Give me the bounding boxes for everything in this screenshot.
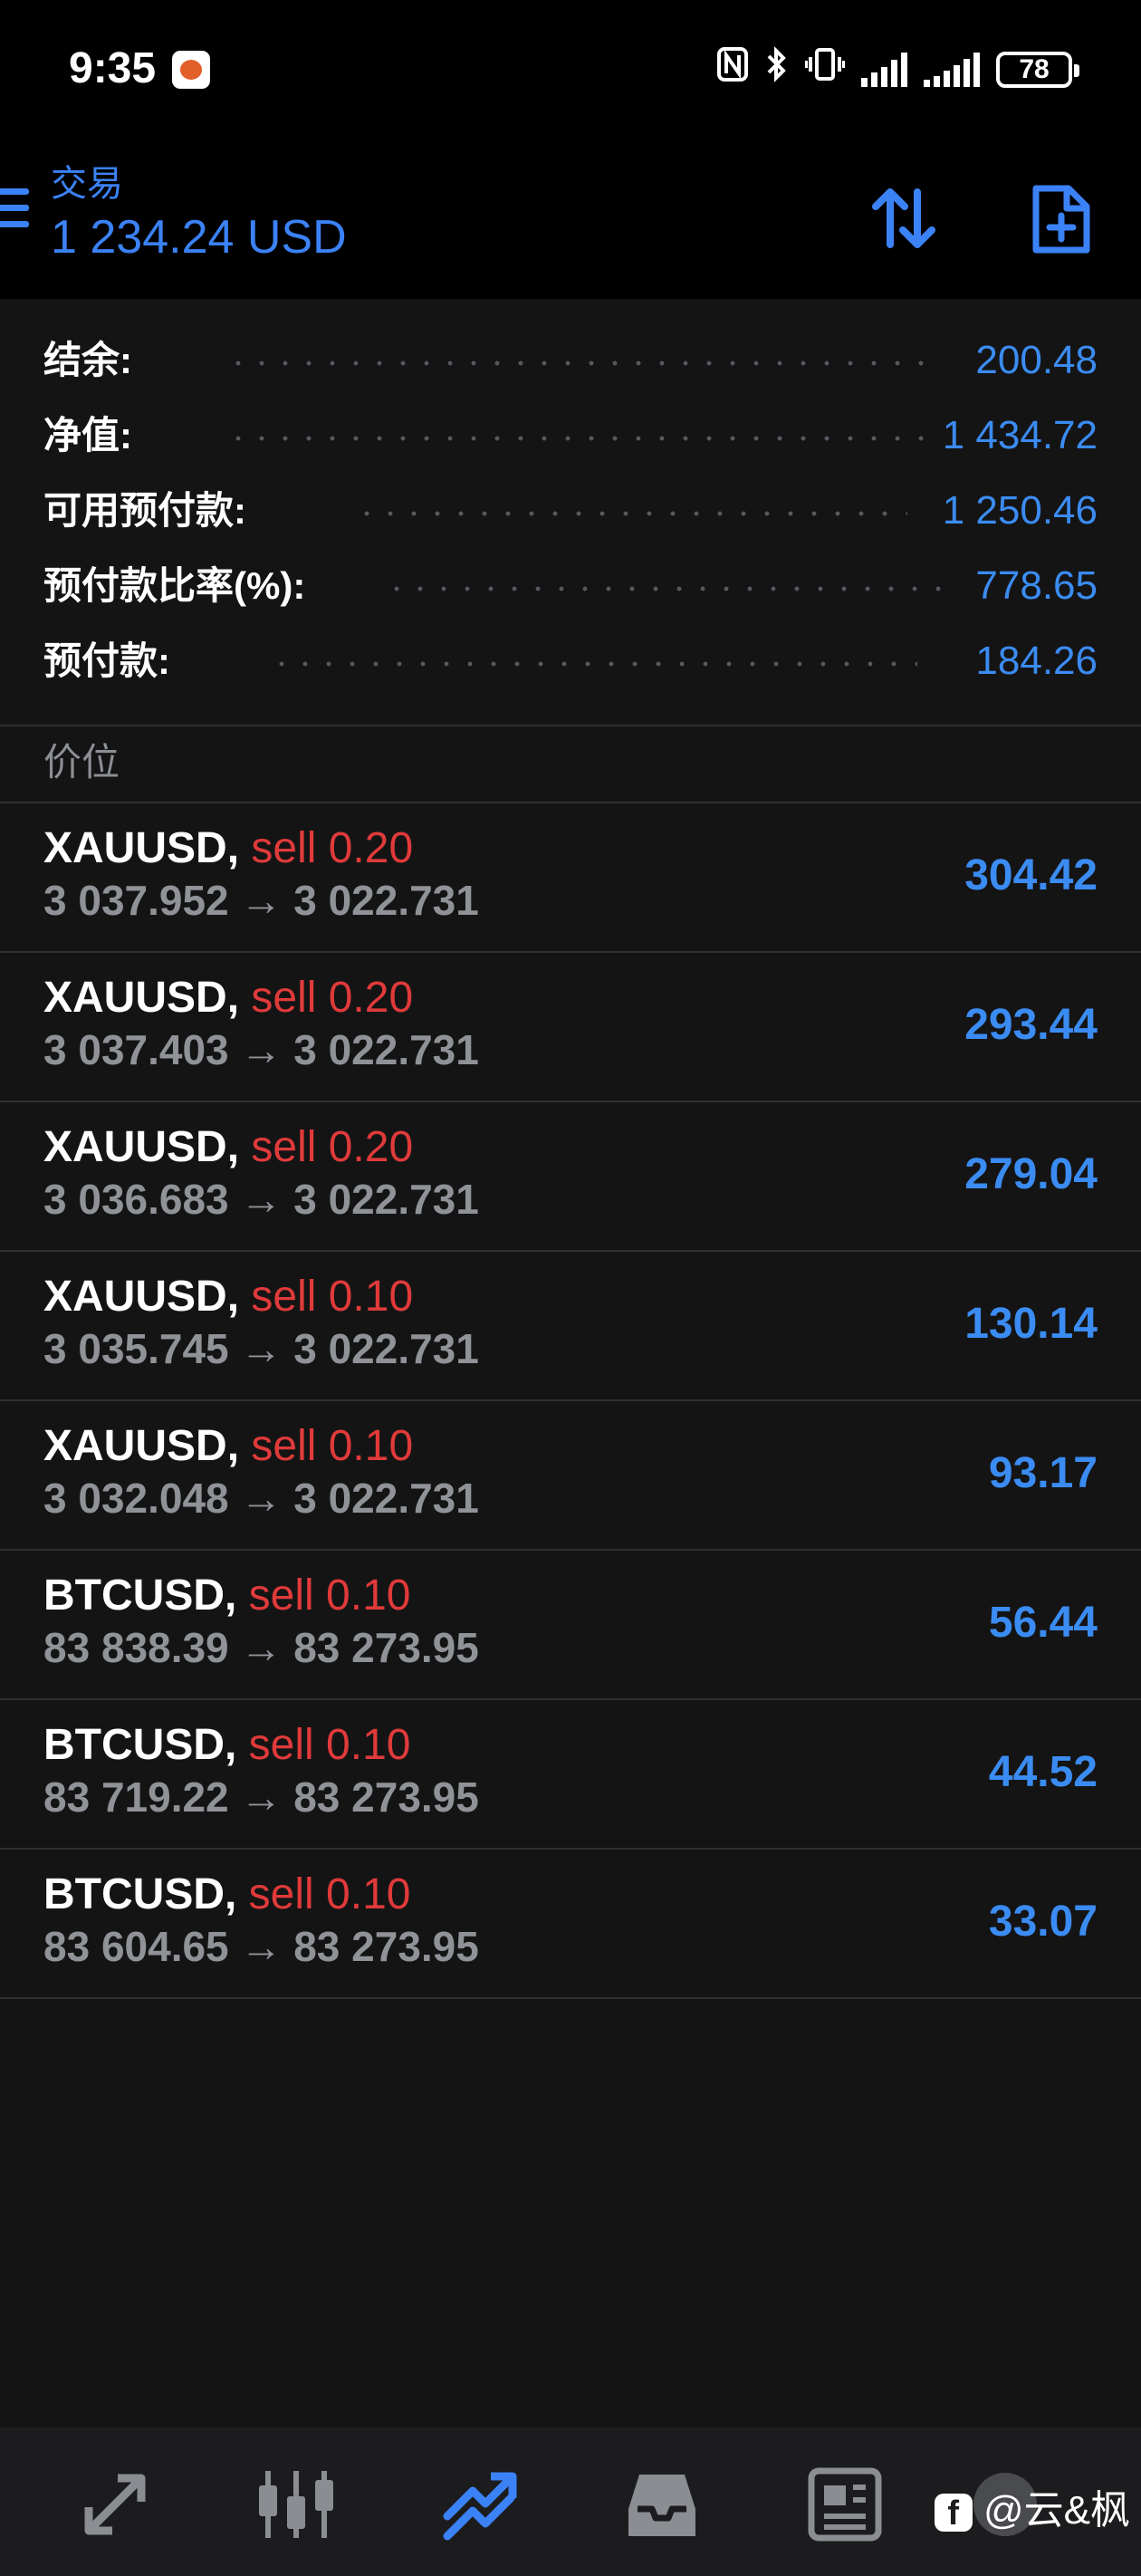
page-subtitle: 交易 <box>51 164 123 204</box>
position-row[interactable]: XAUUSD, sell 0.20 3 037.952 → 3 022.731 … <box>0 803 1141 951</box>
position-type: sell 0.20 <box>251 824 414 872</box>
history-icon <box>628 2475 695 2536</box>
facebook-icon: f <box>934 2494 973 2533</box>
dot-leader <box>226 436 924 441</box>
summary-label: 净值: <box>43 414 132 457</box>
watermark: f @云&枫 <box>934 2477 1130 2535</box>
position-row[interactable]: XAUUSD, sell 0.10 3 035.745 → 3 022.731 … <box>0 1252 1141 1399</box>
divider <box>0 1997 1141 1999</box>
position-profit: 44.52 <box>988 1748 1098 1796</box>
nfc-icon <box>716 46 749 93</box>
watermark-text: @云&枫 <box>983 2488 1130 2533</box>
position-symbol: XAUUSD, <box>43 824 240 872</box>
divider <box>0 725 1141 726</box>
position-symbol: XAUUSD, <box>43 1123 240 1171</box>
summary-row-equity: 净值: 1 434.72 <box>0 409 1141 463</box>
position-type: sell 0.20 <box>251 974 414 1022</box>
trade-icon <box>443 2472 517 2541</box>
news-icon <box>808 2467 882 2542</box>
position-profit: 293.44 <box>964 1001 1098 1049</box>
page-title: 1 234.24 USD <box>51 211 347 264</box>
summary-value: 778.65 <box>975 563 1098 608</box>
position-row[interactable]: BTCUSD, sell 0.10 83 604.65 → 83 273.95 … <box>0 1850 1141 1997</box>
quotes-icon <box>84 2474 146 2535</box>
nav-quotes[interactable] <box>74 2464 156 2545</box>
position-prices: 3 035.745 → 3 022.731 <box>43 1325 479 1372</box>
chart-icon <box>259 2471 333 2538</box>
nav-chart[interactable] <box>255 2464 337 2545</box>
summary-label: 预付款比率(%): <box>43 564 306 607</box>
app-bar: 交易 1 234.24 USD <box>0 136 1141 299</box>
position-profit: 130.14 <box>964 1300 1098 1348</box>
vibrate-icon <box>804 46 846 93</box>
position-row[interactable]: BTCUSD, sell 0.10 83 838.39 → 83 273.95 … <box>0 1551 1141 1698</box>
position-profit: 56.44 <box>988 1599 1098 1647</box>
bluetooth-icon <box>765 46 789 93</box>
position-symbol: BTCUSD, <box>43 1870 237 1918</box>
position-prices: 3 032.048 → 3 022.731 <box>43 1475 479 1522</box>
menu-icon[interactable] <box>0 188 29 234</box>
position-symbol: BTCUSD, <box>43 1572 237 1620</box>
position-profit: 304.42 <box>964 851 1098 899</box>
status-time: 9:35 <box>69 44 157 92</box>
position-type: sell 0.10 <box>251 1273 414 1321</box>
position-symbol: XAUUSD, <box>43 1273 240 1321</box>
dot-leader <box>270 661 917 667</box>
position-profit: 93.17 <box>988 1449 1098 1497</box>
battery-icon: 78 <box>996 52 1079 88</box>
position-prices: 83 719.22 → 83 273.95 <box>43 1773 479 1821</box>
summary-value: 1 434.72 <box>942 413 1098 457</box>
signal-icon <box>924 53 980 87</box>
add-document-icon <box>1032 185 1090 254</box>
signal-icon <box>861 53 907 87</box>
position-type: sell 0.10 <box>248 1572 411 1620</box>
nav-trade[interactable] <box>438 2464 520 2545</box>
position-prices: 3 037.403 → 3 022.731 <box>43 1026 479 1073</box>
position-type: sell 0.20 <box>251 1123 414 1171</box>
position-prices: 3 037.952 → 3 022.731 <box>43 877 479 924</box>
nav-news[interactable] <box>804 2464 886 2545</box>
section-header: 价位 <box>43 741 120 783</box>
position-symbol: XAUUSD, <box>43 974 240 1022</box>
summary-row-balance: 结余: 200.48 <box>0 333 1141 388</box>
summary-row-margin-level: 预付款比率(%): 778.65 <box>0 559 1141 613</box>
position-profit: 279.04 <box>964 1150 1098 1198</box>
position-symbol: BTCUSD, <box>43 1721 237 1769</box>
notification-app-icon <box>172 51 210 89</box>
position-prices: 83 604.65 → 83 273.95 <box>43 1923 479 1970</box>
summary-value: 200.48 <box>975 338 1098 382</box>
position-row[interactable]: BTCUSD, sell 0.10 83 719.22 → 83 273.95 … <box>0 1700 1141 1848</box>
dot-leader <box>226 360 924 366</box>
status-icons: 78 <box>716 46 1079 93</box>
position-type: sell 0.10 <box>251 1422 414 1470</box>
status-bar: 9:35 78 <box>0 0 1141 136</box>
position-prices: 83 838.39 → 83 273.95 <box>43 1624 479 1671</box>
summary-value: 184.26 <box>975 639 1098 683</box>
nav-history[interactable] <box>621 2464 703 2545</box>
summary-row-margin: 预付款: 184.26 <box>0 634 1141 688</box>
position-row[interactable]: XAUUSD, sell 0.10 3 032.048 → 3 022.731 … <box>0 1401 1141 1549</box>
position-prices: 3 036.683 → 3 022.731 <box>43 1176 479 1223</box>
summary-label: 预付款: <box>43 639 170 682</box>
position-type: sell 0.10 <box>248 1870 411 1918</box>
summary-label: 可用预付款: <box>43 489 246 532</box>
position-profit: 33.07 <box>988 1898 1098 1946</box>
position-row[interactable]: XAUUSD, sell 0.20 3 037.403 → 3 022.731 … <box>0 953 1141 1101</box>
new-order-button[interactable] <box>1023 179 1101 257</box>
summary-value: 1 250.46 <box>942 488 1098 533</box>
dot-leader <box>385 586 942 591</box>
summary-row-free-margin: 可用预付款: 1 250.46 <box>0 484 1141 538</box>
sort-button[interactable] <box>865 179 943 257</box>
summary-label: 结余: <box>43 339 132 381</box>
sort-arrows-icon <box>872 188 935 248</box>
position-type: sell 0.10 <box>248 1721 411 1769</box>
position-symbol: XAUUSD, <box>43 1422 240 1470</box>
position-row[interactable]: XAUUSD, sell 0.20 3 036.683 → 3 022.731 … <box>0 1102 1141 1250</box>
dot-leader <box>355 511 907 516</box>
